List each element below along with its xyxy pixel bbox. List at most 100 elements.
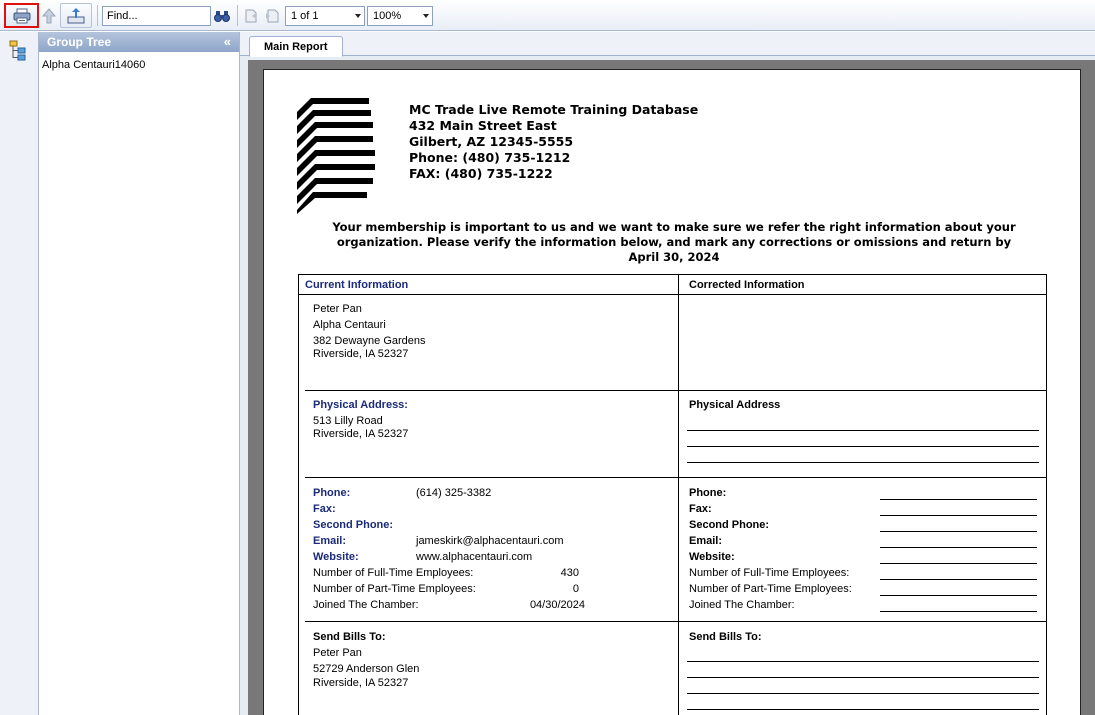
contact-name: Peter Pan — [313, 303, 362, 315]
report-canvas[interactable]: MC Trade Live Remote Training Database 4… — [248, 60, 1095, 715]
group-tree-icon — [9, 40, 26, 61]
bills-name: Peter Pan — [313, 647, 362, 659]
parttime-employees-label: Number of Part-Time Employees: — [313, 583, 476, 595]
fulltime-employees-value: 430 — [560, 567, 579, 579]
drill-up-button[interactable] — [41, 3, 57, 28]
row-divider — [305, 621, 678, 622]
chevron-down-icon — [423, 14, 429, 18]
website-label: Website: — [313, 551, 359, 563]
row-divider — [305, 477, 678, 478]
corrected-joined-label: Joined The Chamber: — [689, 599, 795, 611]
group-tree-header: Group Tree « — [39, 32, 239, 52]
correction-line — [687, 430, 1039, 431]
phone-label: Phone: — [313, 487, 351, 499]
print-icon — [13, 8, 30, 23]
column-divider — [678, 275, 679, 715]
company-street: 432 Main Street East — [409, 118, 557, 133]
bills-address-line2: Riverside, IA 52327 — [313, 677, 409, 689]
correction-line — [880, 531, 1037, 532]
physical-address-label: Physical Address: — [313, 399, 408, 411]
corrected-second-phone-label: Second Phone: — [689, 519, 770, 531]
group-tree-title: Group Tree — [47, 35, 112, 49]
contact-address-line1: 382 Dewayne Gardens — [313, 335, 426, 347]
company-logo-icon — [297, 98, 375, 214]
notice-line: Your membership is important to us and w… — [332, 220, 1016, 234]
send-bills-label: Send Bills To: — [313, 631, 386, 643]
row-divider — [299, 294, 1046, 295]
previous-page-button[interactable] — [242, 3, 260, 28]
company-city: Gilbert, AZ 12345-5555 — [409, 134, 574, 149]
joined-chamber-label: Joined The Chamber: — [313, 599, 419, 611]
corrected-send-bills-label: Send Bills To: — [689, 631, 762, 643]
corrected-fulltime-label: Number of Full-Time Employees: — [689, 567, 850, 579]
physical-address-line2: Riverside, IA 52327 — [313, 428, 409, 440]
next-page-button[interactable] — [262, 3, 280, 28]
correction-line — [687, 446, 1039, 447]
toolbar: 1 of 1 100% — [0, 0, 1095, 31]
current-information-header: Current Information — [305, 279, 409, 291]
row-divider — [679, 390, 1046, 391]
toolbar-separator — [237, 5, 238, 26]
report-viewer: Main Report MC Trade Live Remote Trainin… — [240, 32, 1095, 715]
corrected-website-label: Website: — [689, 551, 735, 563]
corrected-fax-label: Fax: — [689, 503, 712, 515]
bills-address-line1: 52729 Anderson Glen — [313, 663, 420, 675]
correction-line — [687, 677, 1039, 678]
email-label: Email: — [313, 535, 347, 547]
company-address-block: MC Trade Live Remote Training Database 4… — [409, 102, 698, 182]
tab-main-report[interactable]: Main Report — [249, 36, 343, 57]
corrected-email-label: Email: — [689, 535, 723, 547]
physical-address-line1: 513 Lilly Road — [313, 415, 383, 427]
collapse-panel-button[interactable]: « — [224, 34, 231, 49]
print-button[interactable] — [4, 3, 39, 28]
correction-line — [687, 709, 1039, 710]
group-tree-item[interactable]: Alpha Centauri14060 — [42, 59, 145, 71]
panel-toggle-strip — [0, 32, 39, 715]
page-selector[interactable]: 1 of 1 — [285, 6, 365, 26]
correction-line — [687, 661, 1039, 662]
fulltime-employees-label: Number of Full-Time Employees: — [313, 567, 474, 579]
zoom-level: 100% — [373, 10, 402, 22]
export-button[interactable] — [60, 3, 92, 28]
export-icon — [67, 7, 85, 23]
information-table: Current Information Corrected Informatio… — [298, 274, 1047, 715]
find-input[interactable] — [102, 6, 211, 26]
prev-page-icon — [245, 9, 257, 22]
website-value: www.alphacentauri.com — [416, 551, 533, 563]
correction-line — [880, 595, 1037, 596]
company-fax: FAX: (480) 735-1222 — [409, 166, 553, 181]
correction-line — [687, 693, 1039, 694]
contact-address-line2: Riverside, IA 52327 — [313, 348, 409, 360]
contact-org: Alpha Centauri — [313, 319, 386, 331]
corrected-parttime-label: Number of Part-Time Employees: — [689, 583, 852, 595]
up-arrow-icon — [42, 7, 56, 23]
correction-line — [880, 579, 1037, 580]
corrected-physical-address-label: Physical Address — [689, 399, 781, 411]
row-divider — [679, 477, 1046, 478]
group-tree-toggle-button[interactable] — [7, 39, 29, 61]
correction-line — [880, 611, 1037, 612]
company-name: MC Trade Live Remote Training Database — [409, 102, 699, 117]
correction-line — [687, 462, 1039, 463]
phone-value: (614) 325-3382 — [416, 487, 492, 499]
chevron-down-icon — [355, 14, 361, 18]
correction-line — [880, 563, 1037, 564]
search-button[interactable] — [212, 3, 232, 28]
binoculars-icon — [214, 10, 230, 22]
correction-line — [880, 547, 1037, 548]
page-number: 1 of 1 — [291, 10, 319, 22]
group-tree-panel: Group Tree « Alpha Centauri14060 — [39, 32, 240, 715]
zoom-selector[interactable]: 100% — [367, 6, 433, 26]
correction-line — [880, 515, 1037, 516]
next-page-icon — [266, 9, 279, 22]
membership-notice: Your membership is important to us and w… — [304, 220, 1044, 265]
correction-line — [880, 499, 1037, 500]
parttime-employees-value: 0 — [572, 583, 579, 595]
report-page: MC Trade Live Remote Training Database 4… — [263, 69, 1081, 715]
row-divider — [679, 621, 1046, 622]
notice-line: April 30, 2024 — [628, 250, 720, 264]
notice-line: organization. Please verify the informat… — [336, 235, 1012, 249]
joined-chamber-value: 04/30/2024 — [529, 599, 585, 611]
report-tab-strip: Main Report — [240, 32, 1095, 57]
corrected-information-header: Corrected Information — [689, 279, 805, 291]
